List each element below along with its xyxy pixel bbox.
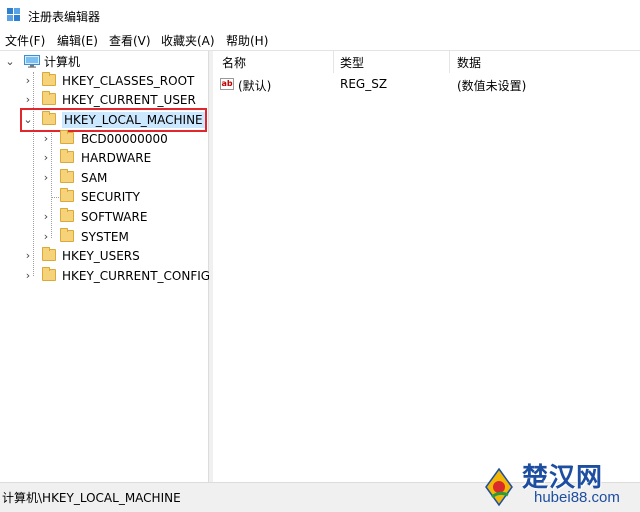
tree-node-hkey-classes-root[interactable]: › HKEY_CLASSES_ROOT [22, 72, 207, 90]
tree-node-label: HKEY_CURRENT_CONFIG [62, 269, 211, 283]
title-bar: 注册表编辑器 [0, 0, 640, 30]
menu-view[interactable]: 查看(V) [109, 32, 151, 49]
column-header-data[interactable]: 数据 [457, 54, 481, 71]
chevron-right-icon[interactable]: › [22, 267, 34, 285]
folder-icon [60, 188, 74, 202]
chevron-right-icon[interactable]: › [22, 247, 34, 265]
folder-icon [60, 169, 74, 183]
value-data: (数值未设置) [457, 79, 527, 93]
status-path: 计算机\HKEY_LOCAL_MACHINE [2, 491, 181, 505]
folder-icon [42, 72, 56, 86]
tree-node-label: HARDWARE [81, 151, 152, 165]
tree-node-hkey-users[interactable]: › HKEY_USERS [22, 247, 207, 265]
string-value-icon: ab [220, 78, 234, 90]
window-title: 注册表编辑器 [28, 10, 101, 24]
column-header-type[interactable]: 类型 [340, 54, 364, 71]
tree-node-system[interactable]: › SYSTEM [40, 228, 205, 246]
menu-file[interactable]: 文件(F) [5, 32, 45, 49]
chevron-right-icon[interactable]: › [40, 208, 52, 226]
chevron-right-icon[interactable]: › [22, 91, 34, 109]
folder-icon [42, 91, 56, 105]
menu-help[interactable]: 帮助(H) [226, 32, 268, 49]
tree-node-label: HKEY_CURRENT_USER [62, 93, 196, 107]
watermark: 楚汉网 hubei88.com [470, 455, 640, 512]
tree-node-software[interactable]: › SOFTWARE [40, 208, 205, 226]
chevron-right-icon[interactable]: › [40, 228, 52, 246]
menu-favorites[interactable]: 收藏夹(A) [161, 32, 215, 49]
watermark-logo-icon [482, 467, 516, 507]
folder-icon [60, 208, 74, 222]
menu-edit[interactable]: 编辑(E) [57, 32, 98, 49]
tree-node-label: SYSTEM [81, 230, 129, 244]
folder-icon [42, 247, 56, 261]
menu-bar: 文件(F) 编辑(E) 查看(V) 收藏夹(A) 帮助(H) [0, 30, 640, 50]
folder-icon [42, 267, 56, 281]
chevron-right-icon[interactable]: › [40, 169, 52, 187]
tree-node-label: SOFTWARE [81, 210, 148, 224]
tree-node-label: 计算机 [44, 55, 81, 69]
tree-node-label: SAM [81, 171, 108, 185]
value-type: REG_SZ [340, 77, 388, 91]
column-header-name[interactable]: 名称 [222, 54, 246, 71]
values-list-pane[interactable] [213, 51, 640, 482]
column-divider[interactable] [449, 51, 450, 73]
tree-node-label: HKEY_CLASSES_ROOT [62, 74, 195, 88]
chevron-down-icon[interactable]: ⌄ [4, 53, 16, 71]
watermark-url: hubei88.com [534, 489, 620, 506]
tree-node-bcd00000000[interactable]: › BCD00000000 [40, 130, 205, 148]
chevron-right-icon[interactable]: › [22, 72, 34, 90]
chevron-right-icon[interactable]: › [40, 149, 52, 167]
tree-node-label: BCD00000000 [81, 132, 168, 146]
chevron-right-icon[interactable]: › [40, 130, 52, 148]
computer-icon [24, 55, 40, 68]
tree-node-hkey-current-user[interactable]: › HKEY_CURRENT_USER [22, 91, 207, 109]
folder-icon [60, 130, 74, 144]
tree-node-label: HKEY_USERS [62, 249, 140, 263]
tree-node-computer[interactable]: ⌄ 计算机 [4, 53, 84, 71]
tree-node-hkey-current-config[interactable]: › HKEY_CURRENT_CONFIG [22, 267, 211, 285]
tree-node-hardware[interactable]: › HARDWARE [40, 149, 205, 167]
tree-node-label: SECURITY [81, 190, 140, 204]
folder-icon [60, 228, 74, 242]
folder-icon [60, 149, 74, 163]
highlight-annotation-box [20, 108, 207, 132]
tree-node-sam[interactable]: › SAM [40, 169, 205, 187]
column-divider[interactable] [333, 51, 334, 73]
value-name[interactable]: (默认) [238, 77, 271, 94]
tree-line [51, 197, 59, 198]
tree-node-security[interactable]: SECURITY [40, 188, 205, 206]
regedit-icon [7, 8, 21, 22]
